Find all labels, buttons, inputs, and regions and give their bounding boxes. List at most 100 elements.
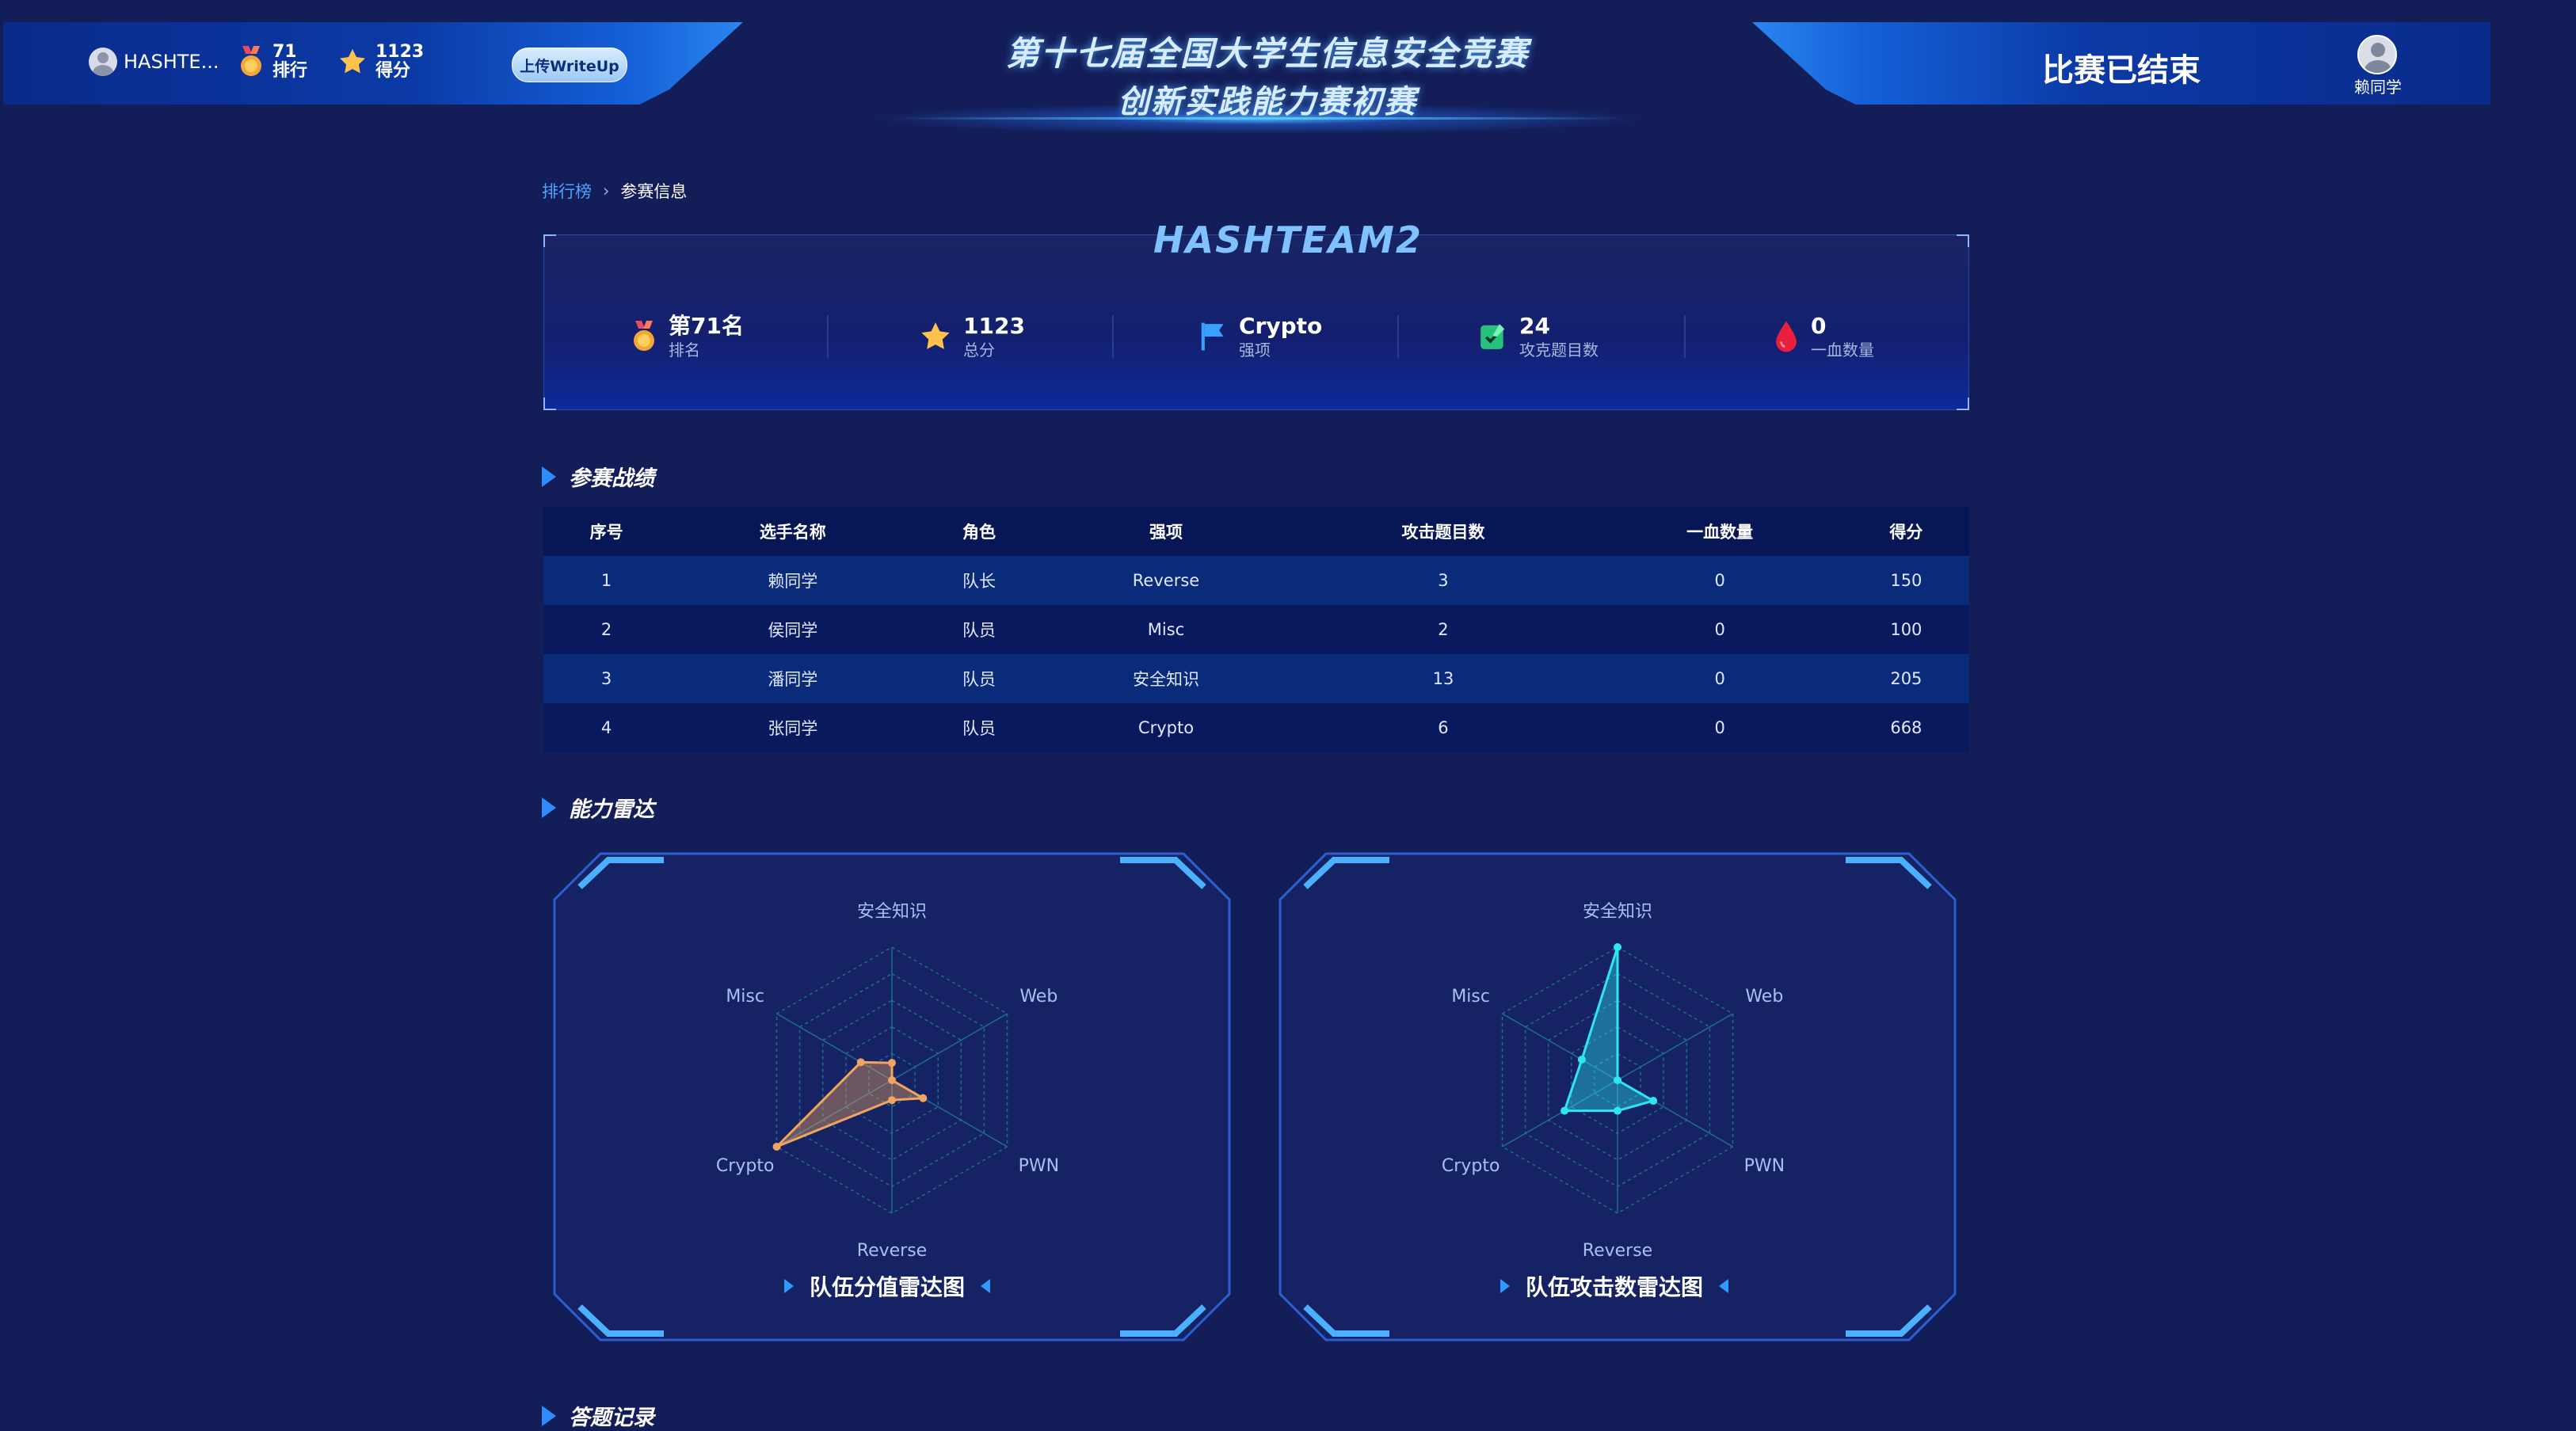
cell: 2 bbox=[543, 605, 670, 654]
radar-data-point bbox=[772, 1143, 781, 1151]
cell: Reverse bbox=[1042, 556, 1290, 605]
radar-data-point bbox=[1577, 1055, 1586, 1064]
member-table: 序号 选手名称 角色 强项 攻击题目数 一血数量 得分 1 赖同学 队长 Rev… bbox=[543, 507, 1969, 752]
score-radar-title: 队伍分值雷达图 bbox=[810, 1274, 966, 1300]
blood-drop-icon bbox=[1776, 321, 1797, 352]
radar-axis-label: Crypto bbox=[1442, 1156, 1499, 1176]
competition-subtitle: 创新实践能力赛初赛 bbox=[1118, 84, 1417, 120]
team-chip[interactable]: HASHTE... bbox=[89, 48, 219, 76]
header-score: 1123 得分 bbox=[337, 43, 424, 81]
cell: 潘同学 bbox=[669, 654, 916, 703]
cell: 队长 bbox=[916, 556, 1042, 605]
score-radar-panel: 安全知识 Web PWN Reverse Crypto Misc 队伍分值雷达图 bbox=[553, 852, 1231, 1342]
team-rank-stat: 第71名 排名 bbox=[631, 301, 744, 372]
cell: Misc bbox=[1042, 605, 1290, 654]
user-avatar[interactable] bbox=[2357, 35, 2397, 74]
cell: 安全知识 bbox=[1042, 654, 1290, 703]
cell: 668 bbox=[1842, 703, 1969, 752]
radar-axis-label: Reverse bbox=[1583, 1241, 1652, 1261]
radar-axis-label: Web bbox=[1019, 987, 1057, 1007]
team-strength-stat: Crypto 强项 bbox=[1198, 301, 1322, 372]
cell: 150 bbox=[1842, 556, 1969, 605]
cell: 张同学 bbox=[669, 703, 916, 752]
table-header-row: 序号 选手名称 角色 强项 攻击题目数 一血数量 得分 bbox=[543, 507, 1969, 556]
section-answers-heading: 答题记录 bbox=[542, 1400, 654, 1431]
cell: 队员 bbox=[916, 703, 1042, 752]
cell: 赖同学 bbox=[669, 556, 916, 605]
header-score-label: 得分 bbox=[375, 61, 411, 81]
radar-axis-label: Web bbox=[1745, 987, 1783, 1007]
upload-writeup-button[interactable]: 上传WriteUp bbox=[512, 48, 627, 82]
section-radar-heading: 能力雷达 bbox=[542, 792, 654, 823]
cell: 0 bbox=[1596, 556, 1843, 605]
col-score: 得分 bbox=[1842, 507, 1969, 556]
cell: 100 bbox=[1842, 605, 1969, 654]
team-solved-label: 攻克题目数 bbox=[1519, 341, 1599, 360]
radar-data-point bbox=[856, 1058, 865, 1067]
team-short-name: HASHTE... bbox=[124, 51, 219, 73]
medal-icon bbox=[241, 46, 261, 76]
cell: 侯同学 bbox=[669, 605, 916, 654]
section-record-heading: 参赛战绩 bbox=[542, 461, 654, 492]
team-score-value: 1123 bbox=[963, 313, 1025, 339]
radar-axis-label: PWN bbox=[1744, 1156, 1785, 1176]
header-rank-value: 71 bbox=[272, 42, 297, 62]
triangle-left-icon bbox=[981, 1279, 991, 1293]
team-firstblood-stat: 0 一血数量 bbox=[1773, 301, 1874, 372]
radar-data-point bbox=[888, 1096, 896, 1105]
star-icon bbox=[340, 48, 365, 74]
breadcrumb-leaderboard-link[interactable]: 排行榜 bbox=[542, 179, 592, 203]
triangle-icon bbox=[542, 1405, 556, 1426]
current-user-name[interactable]: 赖同学 bbox=[2345, 74, 2411, 97]
cell: 0 bbox=[1596, 703, 1843, 752]
top-header: 第十七届全国大学生信息安全竞赛 创新实践能力赛初赛 HASHTE... 71 排… bbox=[0, 0, 2576, 158]
score-radar-chart: 安全知识 Web PWN Reverse Crypto Misc bbox=[716, 902, 1059, 1261]
competition-title: 第十七届全国大学生信息安全竞赛 bbox=[1005, 34, 1529, 73]
attack-radar-title: 队伍攻击数雷达图 bbox=[1526, 1274, 1704, 1300]
team-firstblood-value: 0 bbox=[1811, 313, 1827, 339]
corner-decoration bbox=[1957, 398, 1969, 410]
col-role: 角色 bbox=[916, 507, 1042, 556]
radar-axis-label: 安全知识 bbox=[1583, 902, 1652, 922]
cell: 13 bbox=[1290, 654, 1597, 703]
radar-data-point bbox=[919, 1094, 928, 1102]
radar-axis-label: Misc bbox=[1451, 987, 1490, 1007]
radar-axis-label: Reverse bbox=[857, 1241, 927, 1261]
star-icon bbox=[921, 322, 950, 349]
cell: 205 bbox=[1842, 654, 1969, 703]
radar-data-point bbox=[888, 1059, 896, 1068]
divider bbox=[1397, 315, 1399, 358]
team-rank-value: 第71名 bbox=[669, 313, 744, 339]
attack-radar-caption: 队伍攻击数雷达图 bbox=[1500, 1270, 1729, 1302]
radar-data-point bbox=[1649, 1097, 1658, 1106]
cell: 2 bbox=[1290, 605, 1597, 654]
header-rank: 71 排行 bbox=[238, 43, 307, 81]
medal-icon bbox=[634, 321, 654, 351]
cell: 1 bbox=[543, 556, 670, 605]
cell: 4 bbox=[543, 703, 670, 752]
divider bbox=[827, 315, 829, 358]
team-score-label: 总分 bbox=[963, 341, 995, 360]
section-radar-title: 能力雷达 bbox=[569, 797, 654, 822]
triangle-right-icon bbox=[1500, 1279, 1510, 1293]
chevron-right-icon: › bbox=[603, 181, 610, 200]
header-score-value: 1123 bbox=[375, 42, 425, 62]
team-score-stat: 1123 总分 bbox=[919, 301, 1025, 372]
triangle-icon bbox=[542, 797, 556, 818]
radar-data-point bbox=[1614, 943, 1621, 951]
cell: 3 bbox=[543, 654, 670, 703]
table-row: 2 侯同学 队员 Misc 2 0 100 bbox=[543, 605, 1969, 654]
radar-axis-line bbox=[891, 1013, 1008, 1081]
triangle-left-icon bbox=[1719, 1279, 1729, 1293]
radar-data-point bbox=[888, 1076, 896, 1084]
header-rank-label: 排行 bbox=[272, 61, 308, 81]
team-firstblood-label: 一血数量 bbox=[1811, 341, 1874, 360]
cell: 0 bbox=[1596, 605, 1843, 654]
radar-axis-label: 安全知识 bbox=[857, 902, 927, 922]
check-icon bbox=[1480, 324, 1505, 349]
triangle-right-icon bbox=[784, 1279, 794, 1293]
team-strength-value: Crypto bbox=[1239, 313, 1323, 339]
breadcrumb: 排行榜 › 参赛信息 bbox=[542, 179, 687, 203]
divider bbox=[1684, 315, 1686, 358]
team-stats: 第71名 排名 1123 总分 Crypto 强项 24 攻克题目数 0 一血数… bbox=[543, 301, 1969, 372]
